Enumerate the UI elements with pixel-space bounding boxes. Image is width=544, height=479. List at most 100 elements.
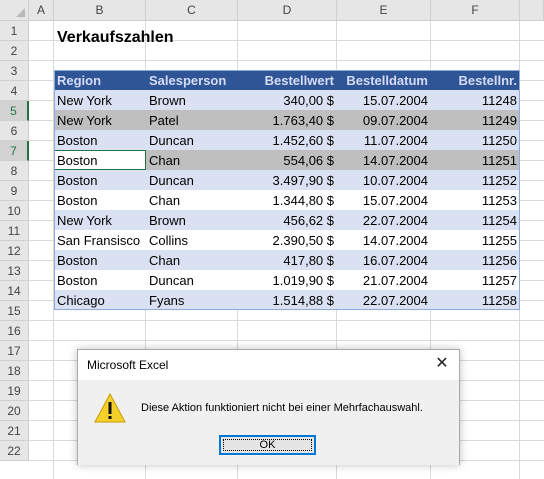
table-cell[interactable]: Chan bbox=[146, 250, 238, 270]
table-cell[interactable]: 15.07.2004 bbox=[337, 190, 431, 210]
table-header-cell[interactable]: Bestellnr. bbox=[431, 70, 520, 90]
table-cell[interactable]: 11250 bbox=[431, 130, 520, 150]
table-cell[interactable]: Boston bbox=[54, 130, 146, 150]
ok-button[interactable]: OK bbox=[219, 435, 316, 455]
table-cell[interactable]: 11253 bbox=[431, 190, 520, 210]
table-cell[interactable]: 3.497,90 $ bbox=[238, 170, 337, 190]
column-header-e[interactable]: E bbox=[337, 0, 431, 21]
warning-icon bbox=[94, 392, 126, 423]
column-header-c[interactable]: C bbox=[146, 0, 238, 21]
table-cell[interactable]: Chan bbox=[146, 150, 238, 170]
row-header-8[interactable]: 8 bbox=[0, 161, 29, 181]
table-cell[interactable]: 22.07.2004 bbox=[337, 210, 431, 230]
table-cell[interactable]: 1.452,60 $ bbox=[238, 130, 337, 150]
table-cell[interactable]: Duncan bbox=[146, 170, 238, 190]
table-cell[interactable]: 11257 bbox=[431, 270, 520, 290]
row-header-16[interactable]: 16 bbox=[0, 321, 29, 341]
table-cell[interactable]: 11.07.2004 bbox=[337, 130, 431, 150]
row-header-18[interactable]: 18 bbox=[0, 361, 29, 381]
gridline-horizontal bbox=[29, 60, 544, 61]
table-cell[interactable]: Duncan bbox=[146, 130, 238, 150]
table-header-cell[interactable]: Region bbox=[54, 70, 146, 90]
table-cell[interactable]: New York bbox=[54, 110, 146, 130]
gridline-horizontal bbox=[29, 320, 544, 321]
table-cell[interactable]: Fyans bbox=[146, 290, 238, 310]
table-cell[interactable]: 14.07.2004 bbox=[337, 150, 431, 170]
table-cell[interactable]: Boston bbox=[54, 250, 146, 270]
table-cell[interactable]: 11249 bbox=[431, 110, 520, 130]
row-header-9[interactable]: 9 bbox=[0, 181, 29, 201]
table-cell[interactable]: 21.07.2004 bbox=[337, 270, 431, 290]
message-dialog: Microsoft Excel ✕ Diese Aktion funktioni… bbox=[77, 349, 460, 465]
table-cell[interactable]: 15.07.2004 bbox=[337, 90, 431, 110]
column-header-f[interactable]: F bbox=[431, 0, 520, 21]
table-cell[interactable]: Brown bbox=[146, 90, 238, 110]
dialog-body: Diese Aktion funktioniert nicht bei eine… bbox=[78, 380, 459, 465]
table-cell[interactable]: 456,62 $ bbox=[238, 210, 337, 230]
row-header-6[interactable]: 6 bbox=[0, 121, 29, 141]
table-cell[interactable]: 22.07.2004 bbox=[337, 290, 431, 310]
column-header-d[interactable]: D bbox=[238, 0, 337, 21]
table-cell[interactable]: Boston bbox=[54, 150, 146, 170]
table-header-cell[interactable]: Bestelldatum bbox=[337, 70, 431, 90]
row-header-19[interactable]: 19 bbox=[0, 381, 29, 401]
table-cell[interactable]: Duncan bbox=[146, 270, 238, 290]
table-cell[interactable]: Boston bbox=[54, 170, 146, 190]
table-cell[interactable]: Patel bbox=[146, 110, 238, 130]
table-cell[interactable]: 11254 bbox=[431, 210, 520, 230]
table-cell[interactable]: 11248 bbox=[431, 90, 520, 110]
row-header-4[interactable]: 4 bbox=[0, 81, 29, 101]
table-cell[interactable]: 11258 bbox=[431, 290, 520, 310]
table-cell[interactable]: Collins bbox=[146, 230, 238, 250]
row-header-21[interactable]: 21 bbox=[0, 421, 29, 441]
row-header-15[interactable]: 15 bbox=[0, 301, 29, 321]
table-cell[interactable]: 11251 bbox=[431, 150, 520, 170]
row-header-12[interactable]: 12 bbox=[0, 241, 29, 261]
select-all-corner[interactable] bbox=[0, 0, 29, 21]
dialog-title: Microsoft Excel bbox=[87, 358, 169, 372]
table-cell[interactable]: 16.07.2004 bbox=[337, 250, 431, 270]
row-header-11[interactable]: 11 bbox=[0, 221, 29, 241]
row-header-10[interactable]: 10 bbox=[0, 201, 29, 221]
table-cell[interactable]: Brown bbox=[146, 210, 238, 230]
column-header-b[interactable]: B bbox=[54, 0, 146, 21]
row-header-2[interactable]: 2 bbox=[0, 41, 29, 61]
row-header-7[interactable]: 7 bbox=[0, 141, 29, 161]
table-cell[interactable]: 14.07.2004 bbox=[337, 230, 431, 250]
table-cell[interactable]: 554,06 $ bbox=[238, 150, 337, 170]
row-header-3[interactable]: 3 bbox=[0, 61, 29, 81]
table-cell[interactable]: Boston bbox=[54, 190, 146, 210]
table-header-cell[interactable]: Bestellwert bbox=[238, 70, 337, 90]
table-cell[interactable]: Boston bbox=[54, 270, 146, 290]
column-header-a[interactable]: A bbox=[29, 0, 54, 21]
row-header-1[interactable]: 1 bbox=[0, 21, 29, 41]
table-cell[interactable]: Chicago bbox=[54, 290, 146, 310]
table-cell[interactable]: New York bbox=[54, 210, 146, 230]
row-header-13[interactable]: 13 bbox=[0, 261, 29, 281]
row-header-17[interactable]: 17 bbox=[0, 341, 29, 361]
row-header-5[interactable]: 5 bbox=[0, 101, 29, 121]
table-cell[interactable]: 2.390,50 $ bbox=[238, 230, 337, 250]
table-cell[interactable]: 11252 bbox=[431, 170, 520, 190]
sheet-title[interactable]: Verkaufszahlen bbox=[57, 29, 174, 47]
table-cell[interactable]: 417,80 $ bbox=[238, 250, 337, 270]
row-header-22[interactable]: 22 bbox=[0, 441, 29, 461]
table-cell[interactable]: 1.019,90 $ bbox=[238, 270, 337, 290]
gridline-horizontal bbox=[29, 340, 544, 341]
table-cell[interactable]: 1.344,80 $ bbox=[238, 190, 337, 210]
table-cell[interactable]: 10.07.2004 bbox=[337, 170, 431, 190]
table-cell[interactable]: 09.07.2004 bbox=[337, 110, 431, 130]
table-cell[interactable]: New York bbox=[54, 90, 146, 110]
table-cell[interactable]: 1.514,88 $ bbox=[238, 290, 337, 310]
table-cell[interactable]: San Fransisco bbox=[54, 230, 146, 250]
row-header-14[interactable]: 14 bbox=[0, 281, 29, 301]
row-header-20[interactable]: 20 bbox=[0, 401, 29, 421]
table-cell[interactable]: Chan bbox=[146, 190, 238, 210]
table-header-cell[interactable]: Salesperson bbox=[146, 70, 238, 90]
table-cell[interactable]: 11256 bbox=[431, 250, 520, 270]
close-icon[interactable]: ✕ bbox=[431, 353, 453, 375]
table-cell[interactable]: 340,00 $ bbox=[238, 90, 337, 110]
table-cell[interactable]: 11255 bbox=[431, 230, 520, 250]
table-cell[interactable]: 1.763,40 $ bbox=[238, 110, 337, 130]
dialog-message: Diese Aktion funktioniert nicht bei eine… bbox=[141, 402, 423, 414]
